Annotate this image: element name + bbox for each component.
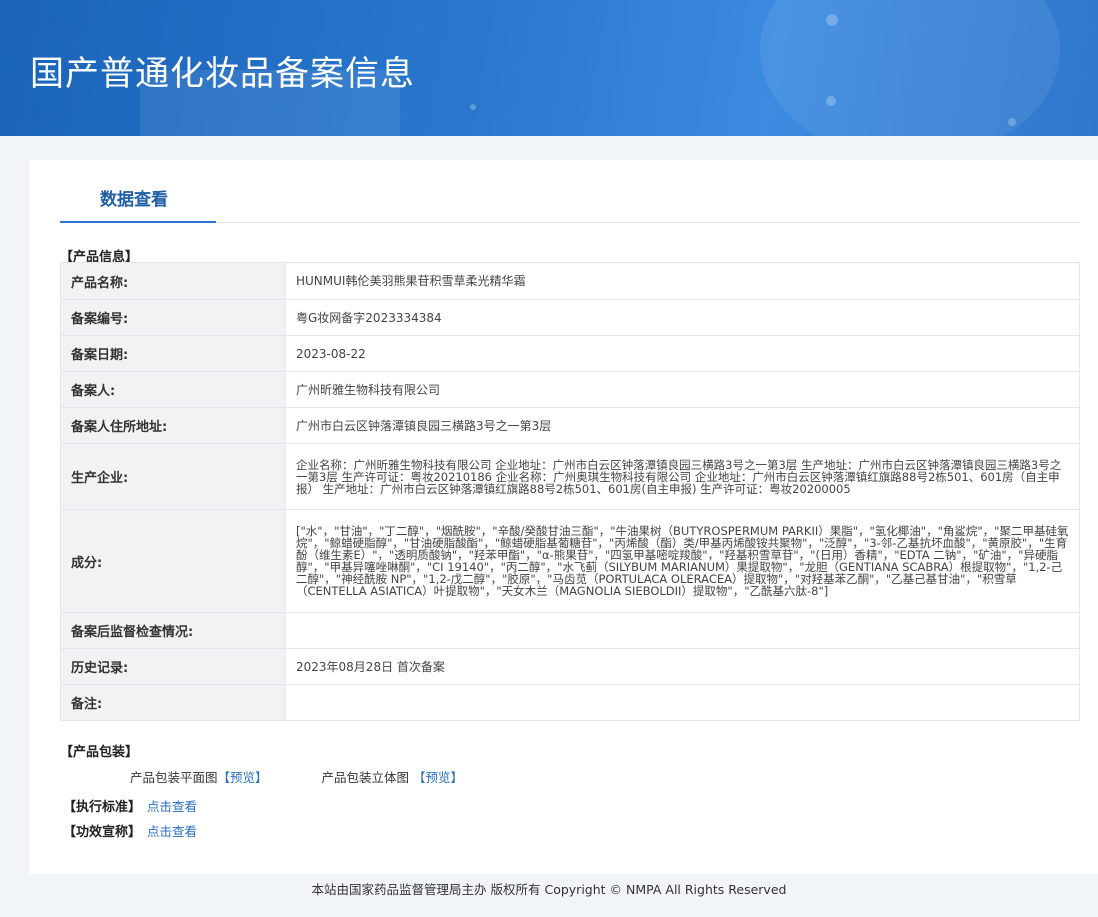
banner-dot [470, 104, 476, 110]
table-row: 历史记录: 2023年08月28日 首次备案 [60, 648, 1080, 685]
efficacy-row: 【功效宣称】 点击查看 [63, 821, 197, 840]
content-card: 数据查看 【产品信息】 产品名称: HUNMUI韩伦美羽熊果苷积雪草柔光精华霜 … [30, 160, 1098, 874]
efficacy-label: 【功效宣称】 [63, 825, 142, 840]
tab-data-view[interactable]: 数据查看 [60, 160, 216, 223]
row-key: 备案人: [60, 371, 286, 408]
row-value [285, 612, 1080, 649]
tab-bar: 数据查看 [60, 160, 1080, 223]
packaging-row: 产品包装平面图【预览】 产品包装立体图 【预览】 [130, 767, 463, 786]
efficacy-view-link[interactable]: 点击查看 [147, 824, 197, 839]
table-row: 产品名称: HUNMUI韩伦美羽熊果苷积雪草柔光精华霜 [60, 262, 1080, 300]
packaging-flat: 产品包装平面图【预览】 [130, 767, 268, 786]
banner-decoration-circle [760, 0, 1060, 136]
row-key: 备案日期: [60, 335, 286, 372]
banner-dot [826, 96, 836, 106]
row-key: 产品名称: [60, 262, 286, 300]
standard-row: 【执行标准】 点击查看 [63, 796, 197, 815]
row-key: 成分: [60, 509, 286, 613]
banner-dot [1008, 118, 1016, 126]
packaging-heading: 【产品包装】 [60, 745, 139, 760]
row-key: 备案编号: [60, 299, 286, 336]
row-value: 广州昕雅生物科技有限公司 [285, 371, 1080, 408]
product-info-table: 产品名称: HUNMUI韩伦美羽熊果苷积雪草柔光精华霜 备案编号: 粤G妆网备字… [60, 262, 1080, 721]
packaging-flat-label: 产品包装平面图 [130, 770, 218, 785]
packaging-stereo-preview-link[interactable]: 【预览】 [413, 770, 463, 785]
row-value: 广州市白云区钟落潭镇良园三横路3号之一第3层 [285, 407, 1080, 444]
table-row: 备案后监督检查情况: [60, 612, 1080, 649]
table-row: 备注: [60, 684, 1080, 721]
table-row: 备案日期: 2023-08-22 [60, 335, 1080, 372]
row-value: 粤G妆网备字2023334384 [285, 299, 1080, 336]
row-key: 历史记录: [60, 648, 286, 685]
packaging-stereo: 产品包装立体图 【预览】 [322, 767, 464, 786]
packaging-stereo-label: 产品包装立体图 [321, 770, 410, 785]
row-value: 企业名称：广州昕雅生物科技有限公司 企业地址：广州市白云区钟落潭镇良园三横路3号… [285, 443, 1080, 510]
page-banner: 国产普通化妆品备案信息 [0, 0, 1098, 136]
tab-label: 数据查看 [100, 190, 168, 210]
row-value: 2023-08-22 [285, 335, 1080, 372]
row-key: 备案人住所地址: [60, 407, 286, 444]
row-key: 备案后监督检查情况: [60, 612, 286, 649]
page-footer: 本站由国家药品监督管理局主办 版权所有 Copyright © NMPA All… [311, 882, 787, 897]
row-value: HUNMUI韩伦美羽熊果苷积雪草柔光精华霜 [285, 262, 1080, 300]
standard-label: 【执行标准】 [63, 800, 142, 815]
table-row: 生产企业: 企业名称：广州昕雅生物科技有限公司 企业地址：广州市白云区钟落潭镇良… [60, 443, 1080, 510]
standard-view-link[interactable]: 点击查看 [147, 799, 197, 814]
row-value: ["水"，"甘油"，"丁二醇"，"烟酰胺"，"辛酸/癸酸甘油三酯"，"牛油果树（… [285, 509, 1080, 613]
row-value [285, 684, 1080, 721]
row-value: 2023年08月28日 首次备案 [285, 648, 1080, 685]
row-key: 生产企业: [60, 443, 286, 510]
page-title: 国产普通化妆品备案信息 [30, 54, 415, 94]
table-row: 备案人住所地址: 广州市白云区钟落潭镇良园三横路3号之一第3层 [60, 407, 1080, 444]
packaging-flat-preview-link[interactable]: 【预览】 [218, 770, 268, 785]
banner-dot [826, 14, 838, 26]
table-row: 备案人: 广州昕雅生物科技有限公司 [60, 371, 1080, 408]
table-row: 成分: ["水"，"甘油"，"丁二醇"，"烟酰胺"，"辛酸/癸酸甘油三酯"，"牛… [60, 509, 1080, 613]
row-key: 备注: [60, 684, 286, 721]
table-row: 备案编号: 粤G妆网备字2023334384 [60, 299, 1080, 336]
